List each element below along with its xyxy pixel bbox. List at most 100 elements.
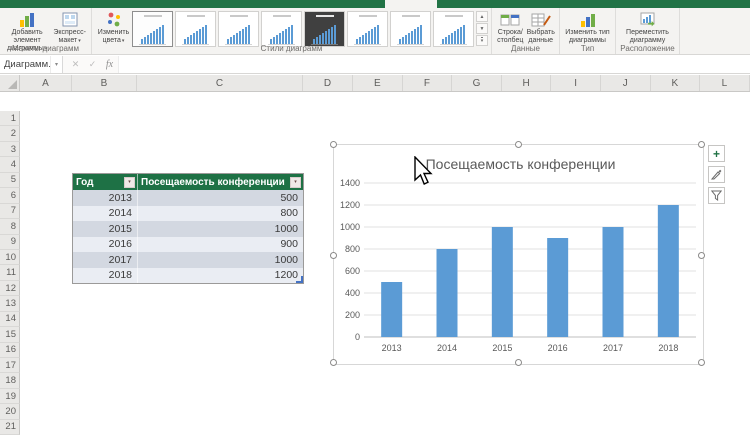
row-header-14[interactable]: 14 xyxy=(0,311,20,328)
column-header-I[interactable]: I xyxy=(551,75,601,91)
column-header-J[interactable]: J xyxy=(601,75,651,91)
filter-button-year[interactable]: ▾ xyxy=(124,176,135,188)
chart-selection-handle[interactable] xyxy=(515,141,522,148)
chart-style-thumbnail-3[interactable] xyxy=(218,11,259,47)
switch-row-column-button[interactable]: Строка/ столбец xyxy=(495,10,526,46)
table-cell-value[interactable]: 1000 xyxy=(138,221,303,237)
name-box-dropdown-icon[interactable]: ▾ xyxy=(51,56,63,73)
change-chart-type-button[interactable]: Изменить тип диаграммы xyxy=(563,10,612,46)
row-header-4[interactable]: 4 xyxy=(0,157,20,173)
thumbnail-bar xyxy=(144,37,146,44)
row-header-21[interactable]: 21 xyxy=(0,419,20,435)
chart-style-thumbnail-4[interactable] xyxy=(261,11,302,47)
enter-icon[interactable]: ✓ xyxy=(84,56,101,73)
thumbnail-bar xyxy=(230,37,232,44)
column-header-H[interactable]: H xyxy=(502,75,552,91)
column-header-C[interactable]: C xyxy=(137,75,303,91)
chart-styles-button[interactable] xyxy=(708,166,725,183)
plus-icon: + xyxy=(712,146,720,161)
row-header-10[interactable]: 10 xyxy=(0,249,20,266)
table-cell-value[interactable]: 900 xyxy=(138,237,303,253)
table-cell-value[interactable]: 1200 xyxy=(138,268,303,284)
chart-style-thumbnail-8[interactable] xyxy=(433,11,474,47)
chart-selection-handle[interactable] xyxy=(330,141,337,148)
y-axis-label: 800 xyxy=(345,244,360,254)
bar-2014[interactable] xyxy=(436,249,458,337)
table-cell-year[interactable]: 2015 xyxy=(73,221,138,237)
formula-input[interactable] xyxy=(118,56,750,73)
row-header-13[interactable]: 13 xyxy=(0,296,20,312)
table-cell-year[interactable]: 2017 xyxy=(73,252,138,268)
chart-selection-handle[interactable] xyxy=(698,141,705,148)
chart-object[interactable]: Посещаемость конференции 0 200 400 600 800 100… xyxy=(330,141,705,366)
chart-filters-button[interactable] xyxy=(708,187,725,204)
row-header-5[interactable]: 5 xyxy=(0,172,20,189)
column-header-D[interactable]: D xyxy=(303,75,353,91)
chart-title[interactable]: Посещаемость конференции xyxy=(426,156,616,172)
row-header-15[interactable]: 15 xyxy=(0,327,20,343)
column-header-E[interactable]: E xyxy=(353,75,403,91)
chart-style-thumbnail-6[interactable] xyxy=(347,11,388,47)
row-header-20[interactable]: 20 xyxy=(0,404,20,420)
row-header-11[interactable]: 11 xyxy=(0,265,20,281)
move-chart-button[interactable]: Переместить диаграмму xyxy=(619,10,676,46)
column-header-K[interactable]: K xyxy=(651,75,701,91)
table-cell-year[interactable]: 2013 xyxy=(73,190,138,206)
gallery-scroll-up-button[interactable]: ▲ xyxy=(476,11,488,22)
select-all-corner[interactable] xyxy=(0,75,20,91)
column-header-A[interactable]: A xyxy=(20,75,72,91)
chart-selection-handle[interactable] xyxy=(330,252,337,259)
table-cell-year[interactable]: 2016 xyxy=(73,236,138,252)
row-header-7[interactable]: 7 xyxy=(0,203,20,220)
cancel-icon[interactable]: ✕ xyxy=(67,56,84,73)
filter-button-attendance[interactable]: ▾ xyxy=(290,176,301,188)
row-header-17[interactable]: 17 xyxy=(0,358,20,374)
row-header-16[interactable]: 16 xyxy=(0,342,20,358)
row-header-6[interactable]: 6 xyxy=(0,188,20,204)
table-cell-value[interactable]: 500 xyxy=(138,190,303,206)
change-colors-button[interactable]: Изменить цвета▾ xyxy=(95,10,132,46)
chart-style-thumbnail-5[interactable] xyxy=(304,11,345,47)
table-cell-value[interactable]: 1000 xyxy=(138,252,303,268)
bar-2013[interactable] xyxy=(381,282,403,337)
row-header-8[interactable]: 8 xyxy=(0,219,20,235)
row-header-19[interactable]: 19 xyxy=(0,388,20,405)
bar-2017[interactable] xyxy=(602,227,624,337)
gallery-scroll-down-button[interactable]: ▼ xyxy=(476,23,488,34)
chart-style-thumbnail-7[interactable] xyxy=(390,11,431,47)
row-header-12[interactable]: 12 xyxy=(0,280,20,297)
chart-selection-handle[interactable] xyxy=(515,359,522,366)
quick-layout-button[interactable]: Экспресс-макет▾ xyxy=(51,10,88,46)
column-header-F[interactable]: F xyxy=(403,75,453,91)
bar-2015[interactable] xyxy=(491,227,513,337)
chart-elements-button[interactable]: + xyxy=(708,145,725,162)
select-data-button[interactable]: Выбрать данные xyxy=(526,10,557,46)
row-header-18[interactable]: 18 xyxy=(0,373,20,389)
bar-2016[interactable] xyxy=(547,238,569,337)
table-cell-year[interactable]: 2014 xyxy=(73,205,138,221)
name-box[interactable]: Диаграмм... xyxy=(0,56,51,73)
active-ribbon-tab[interactable] xyxy=(385,0,437,8)
bar-2018[interactable] xyxy=(657,205,679,337)
chart-style-thumbnail-2[interactable] xyxy=(175,11,216,47)
chart-selection-handle[interactable] xyxy=(330,359,337,366)
column-header-B[interactable]: B xyxy=(72,75,137,91)
insert-function-icon[interactable]: fx xyxy=(101,56,118,73)
select-data-label: Выбрать данные xyxy=(526,29,555,45)
table-header-attendance[interactable]: Посещаемость конференции ▾ xyxy=(138,174,303,190)
chart-selection-handle[interactable] xyxy=(698,252,705,259)
thumbnail-bar xyxy=(454,31,456,44)
table-resize-handle[interactable] xyxy=(296,276,303,283)
table-cell-value[interactable]: 800 xyxy=(138,206,303,222)
row-header-9[interactable]: 9 xyxy=(0,234,20,250)
chart-selection-handle[interactable] xyxy=(698,359,705,366)
row-header-2[interactable]: 2 xyxy=(0,126,20,142)
row-header-3[interactable]: 3 xyxy=(0,141,20,158)
column-header-G[interactable]: G xyxy=(452,75,502,91)
table-header-year[interactable]: Год ▾ xyxy=(73,174,138,190)
column-header-L[interactable]: L xyxy=(700,75,750,91)
chart-style-thumbnail-1[interactable] xyxy=(132,11,173,47)
table-cell-year[interactable]: 2018 xyxy=(73,267,138,283)
row-header-1[interactable]: 1 xyxy=(0,111,20,127)
ribbon-group-chart-styles: Изменить цвета▾ ▲ ▼ ▾ Стили диаграмм xyxy=(92,8,492,54)
